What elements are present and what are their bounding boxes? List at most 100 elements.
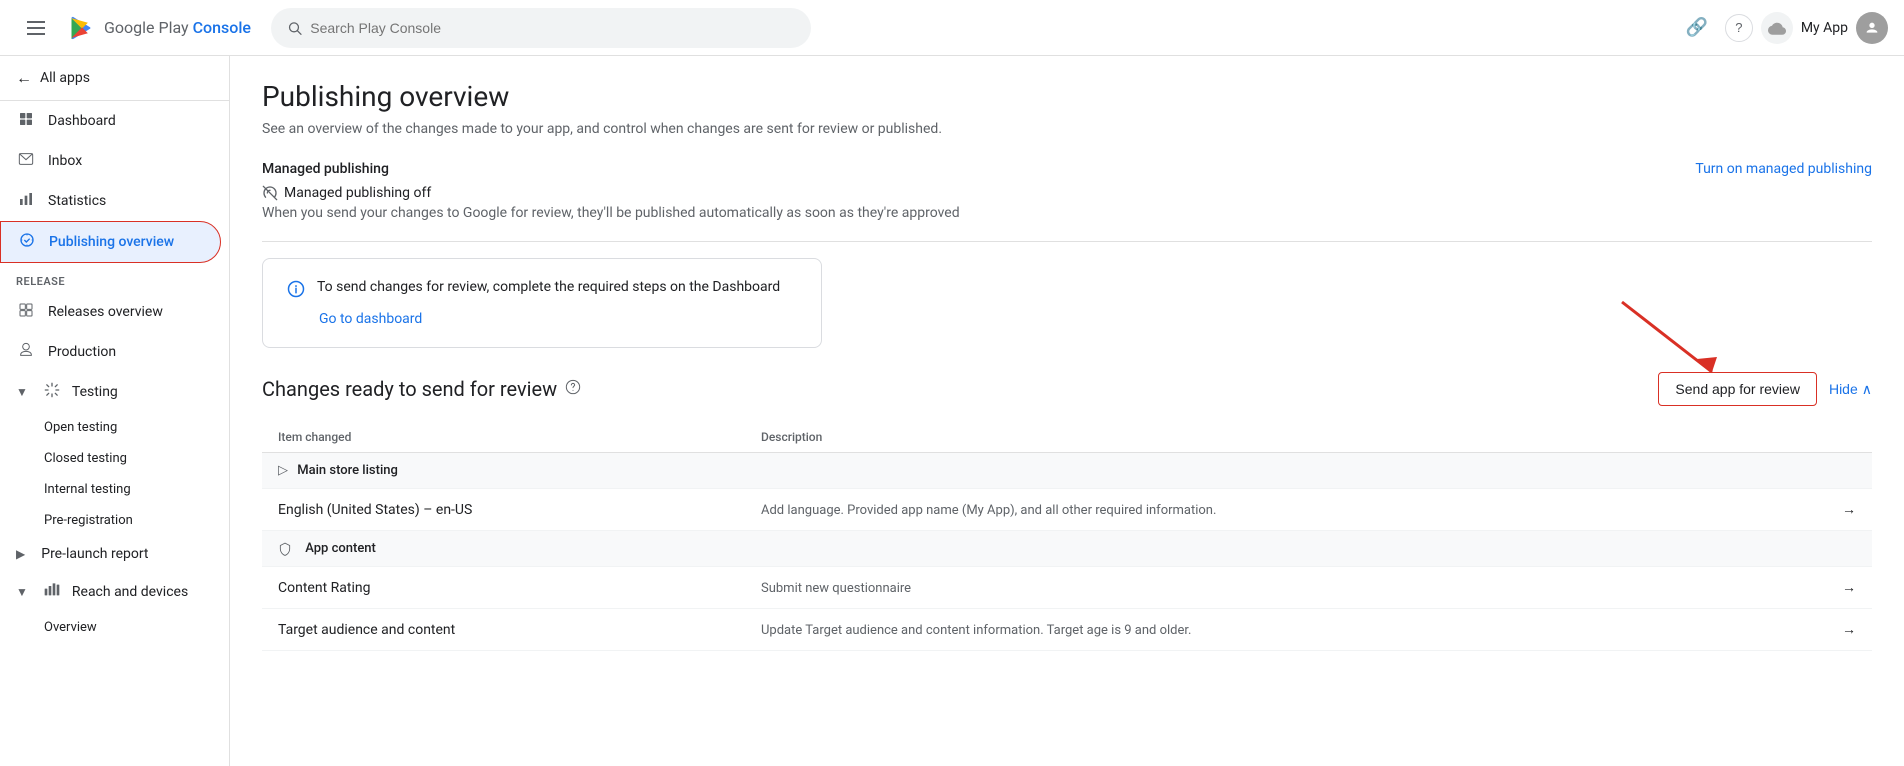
sidebar-item-pre-launch[interactable]: ▶ Pre-launch report xyxy=(0,536,229,572)
sidebar-item-statistics[interactable]: Statistics xyxy=(0,181,221,221)
table-row: Target audience and content Update Targe… xyxy=(262,609,1872,651)
managed-publishing-left: Managed publishing Managed publishing of… xyxy=(262,161,431,201)
changes-actions: Send app for review Hide ∧ xyxy=(1658,372,1872,406)
content-rating-arrow-icon: → xyxy=(1842,580,1856,596)
all-apps-back[interactable]: ← All apps xyxy=(0,56,229,101)
changes-table: Item changed Description ▷ Main store li… xyxy=(262,422,1872,651)
sidebar-item-overview[interactable]: Overview xyxy=(0,612,229,643)
internal-testing-label: Internal testing xyxy=(44,482,131,497)
english-item-cell: English (United States) – en-US xyxy=(262,489,745,531)
sidebar-item-closed-testing[interactable]: Closed testing xyxy=(0,443,229,474)
send-app-for-review-button[interactable]: Send app for review xyxy=(1658,372,1817,406)
releases-overview-label: Releases overview xyxy=(48,304,163,320)
english-desc-cell: Add language. Provided app name (My App)… xyxy=(745,489,1792,531)
releases-overview-icon xyxy=(16,302,36,322)
managed-section-label: Managed publishing xyxy=(262,161,431,177)
app-name-label: My App xyxy=(1801,20,1848,36)
table-row: Content Rating Submit new questionnaire … xyxy=(262,567,1872,609)
target-audience-item-cell: Target audience and content xyxy=(262,609,745,651)
managed-off-label: Managed publishing off xyxy=(284,185,431,201)
back-arrow-icon: ← xyxy=(16,68,32,88)
statistics-icon xyxy=(16,191,36,211)
closed-testing-label: Closed testing xyxy=(44,451,127,466)
all-apps-label: All apps xyxy=(40,70,90,86)
sidebar-item-production[interactable]: Production xyxy=(0,332,221,372)
content-rating-row-link[interactable]: → xyxy=(1792,567,1873,609)
go-to-dashboard-link[interactable]: Go to dashboard xyxy=(319,311,797,327)
link-icon-button[interactable]: 🔗 xyxy=(1677,8,1717,48)
target-audience-desc-text: Update Target audience and content infor… xyxy=(761,623,1191,638)
help-icon-button[interactable]: ? xyxy=(1725,14,1753,42)
sidebar-item-open-testing[interactable]: Open testing xyxy=(0,412,229,443)
play-triangle-icon: ▷ xyxy=(278,463,288,478)
main-store-listing-label: Main store listing xyxy=(297,463,398,478)
sidebar-item-testing[interactable]: ▼ Testing xyxy=(0,372,229,412)
production-label: Production xyxy=(48,344,116,360)
main-content: Publishing overview See an overview of t… xyxy=(230,56,1904,766)
testing-label: Testing xyxy=(72,384,118,400)
app-content-label: App content xyxy=(305,541,376,556)
col-description: Description xyxy=(745,422,1792,453)
topbar-right: 🔗 ? My App xyxy=(1677,8,1888,48)
main-store-listing-group-cell: ▷ Main store listing xyxy=(262,453,1872,489)
search-input[interactable] xyxy=(310,20,795,36)
reach-expand-icon: ▼ xyxy=(16,585,28,599)
target-audience-desc-cell: Update Target audience and content infor… xyxy=(745,609,1792,651)
sidebar-item-dashboard[interactable]: Dashboard xyxy=(0,101,221,141)
info-text: To send changes for review, complete the… xyxy=(317,279,780,295)
search-bar xyxy=(271,8,811,48)
sidebar-item-inbox[interactable]: Inbox xyxy=(0,141,221,181)
turn-on-managed-link[interactable]: Turn on managed publishing xyxy=(1695,161,1872,177)
cloud-icon xyxy=(1761,12,1793,44)
target-audience-arrow-icon: → xyxy=(1842,622,1856,638)
reach-devices-icon xyxy=(44,582,60,602)
pre-launch-label: Pre-launch report xyxy=(41,546,148,562)
info-box-row: To send changes for review, complete the… xyxy=(287,279,797,303)
dashboard-label: Dashboard xyxy=(48,113,116,129)
info-circle-icon xyxy=(287,280,305,303)
sidebar-item-reach-devices[interactable]: ▼ Reach and devices xyxy=(0,572,229,612)
inbox-label: Inbox xyxy=(48,153,82,169)
changes-help-icon[interactable] xyxy=(565,379,581,399)
pre-launch-expand-icon: ▶ xyxy=(16,547,25,561)
hide-chevron-icon: ∧ xyxy=(1862,381,1872,398)
dashboard-icon xyxy=(16,111,36,131)
reach-devices-label: Reach and devices xyxy=(72,584,188,600)
divider-1 xyxy=(262,241,1872,242)
arrow-right-icon: → xyxy=(1842,502,1856,518)
sidebar-item-pre-registration[interactable]: Pre-registration xyxy=(0,505,229,536)
sidebar-item-internal-testing[interactable]: Internal testing xyxy=(0,474,229,505)
pre-registration-label: Pre-registration xyxy=(44,513,133,528)
open-testing-label: Open testing xyxy=(44,420,117,435)
hide-label: Hide xyxy=(1829,381,1858,397)
hamburger-button[interactable] xyxy=(16,8,56,48)
managed-desc: When you send your changes to Google for… xyxy=(262,205,1872,221)
search-icon xyxy=(287,20,302,36)
page-title: Publishing overview xyxy=(262,80,1872,113)
publishing-overview-label: Publishing overview xyxy=(49,234,174,250)
table-header: Item changed Description xyxy=(262,422,1872,453)
sidebar-item-publishing-overview[interactable]: Publishing overview xyxy=(0,221,221,263)
hide-button[interactable]: Hide ∧ xyxy=(1829,381,1872,398)
main-layout: ← All apps Dashboard Inbox xyxy=(0,56,1904,766)
managed-off-row: Managed publishing off xyxy=(262,185,431,201)
table-body: ▷ Main store listing English (United Sta… xyxy=(262,453,1872,651)
changes-title-text: Changes ready to send for review xyxy=(262,377,557,401)
avatar-button[interactable] xyxy=(1856,12,1888,44)
target-audience-row-link[interactable]: → xyxy=(1792,609,1873,651)
col-item-changed: Item changed xyxy=(262,422,745,453)
changes-title: Changes ready to send for review xyxy=(262,377,581,401)
content-rating-item-cell: Content Rating xyxy=(262,567,745,609)
annotation-container: Changes ready to send for review Send ap… xyxy=(262,372,1872,406)
group-row-app-content: App content xyxy=(262,531,1872,567)
table-row: English (United States) – en-US Add lang… xyxy=(262,489,1872,531)
inbox-icon xyxy=(16,151,36,171)
info-box: To send changes for review, complete the… xyxy=(262,258,822,348)
sidebar-item-releases-overview[interactable]: Releases overview xyxy=(0,292,221,332)
english-row-link[interactable]: → xyxy=(1792,489,1873,531)
google-play-logo-icon xyxy=(68,14,96,42)
testing-expand-icon: ▼ xyxy=(16,385,28,399)
changes-header: Changes ready to send for review Send ap… xyxy=(262,372,1872,406)
statistics-label: Statistics xyxy=(48,193,106,209)
testing-icon xyxy=(44,382,60,402)
